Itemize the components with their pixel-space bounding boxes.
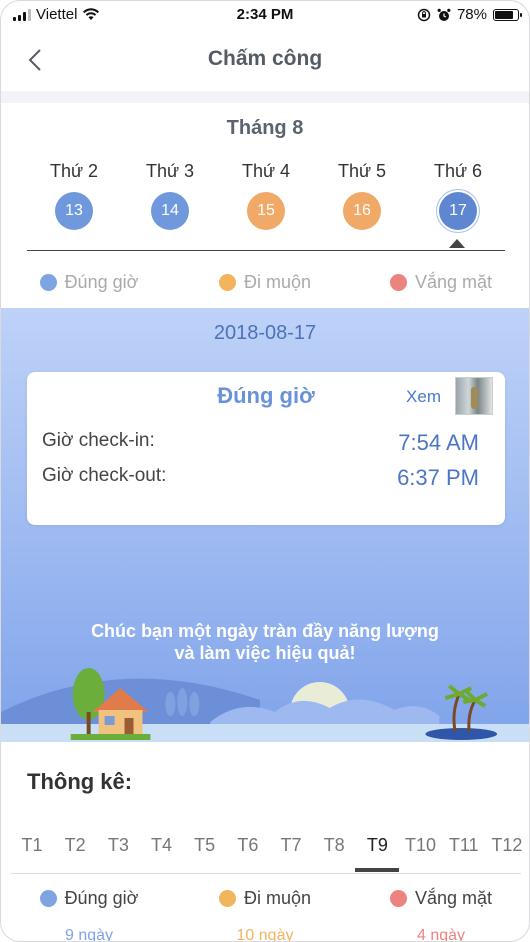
legend-late: Đi muộn [243,272,312,292]
battery-icon [493,8,522,21]
on-time-dot [39,274,57,291]
day-thursday[interactable]: Thứ 5 16 [314,161,410,230]
checkin-photo-thumbnail[interactable] [455,377,493,415]
attendance-card: Đúng giờ Xem Giờ check-in: 7:54 AM Giờ c… [27,372,505,525]
orientation-lock-icon [417,8,431,21]
day-name: Thứ 5 [337,161,387,181]
day-number-selected[interactable]: 17 [439,192,477,230]
day-name: Thứ 6 [433,161,483,181]
absent-dot [389,890,407,907]
checkin-label: Giờ check-in: [42,430,155,451]
tab-month-2[interactable]: T2 [55,835,95,856]
tab-month-1[interactable]: T1 [12,835,52,856]
week-strip: Thứ 2 13 Thứ 3 14 Thứ 4 15 Thứ 5 16 Thứ … [26,161,506,230]
month-label: Tháng 8 [226,117,304,139]
status-bar: Viettel 2:34 PM 78% [1,1,529,29]
stats-divider [11,873,521,874]
day-name: Thứ 2 [49,161,99,181]
day-friday[interactable]: Thứ 6 17 [410,161,506,230]
checkout-row: Giờ check-out: 6:37 PM [42,465,479,491]
day-detail-panel: 2018-08-17 Đúng giờ Xem Giờ check-in: 7:… [1,308,529,742]
absent-dot [389,274,407,291]
tab-month-8[interactable]: T8 [314,835,354,856]
page-title: Chấm công [207,47,323,70]
checkin-row: Giờ check-in: 7:54 AM [42,430,479,456]
tab-month-3[interactable]: T3 [98,835,138,856]
day-number[interactable]: 13 [55,192,93,230]
stats-title: Thông kê: [27,769,133,794]
on-time-count: 9 ngày [64,927,114,942]
on-time-dot [39,890,57,907]
battery-percent: 78% [456,6,487,23]
day-number[interactable]: 14 [151,192,189,230]
slogan-line-1: Chúc bạn một ngày tràn đầy năng lượng [91,621,439,641]
day-wednesday[interactable]: Thứ 4 15 [218,161,314,230]
view-photo-link[interactable]: Xem [406,387,441,407]
selected-date: 2018-08-17 [213,322,317,344]
checkout-time: 6:37 PM [397,465,479,490]
day-name: Thứ 3 [145,161,195,181]
app-frame: Viettel 2:34 PM 78% Chấm công Tháng 8 Th… [0,0,530,942]
tab-month-4[interactable]: T4 [142,835,182,856]
legend: Đúng giờ Đi muộn Vắng mặt [1,272,529,293]
late-dot [218,890,236,907]
stats-legend: Đúng giờ Đi muộn Vắng mặt [1,888,529,909]
tab-month-9[interactable]: T9 [355,835,400,872]
nav-divider [1,91,529,103]
alarm-icon [437,8,451,21]
late-dot [218,274,236,291]
stats-counts: 9 ngày 10 ngày 4 ngày [1,927,529,942]
day-monday[interactable]: Thứ 2 13 [26,161,122,230]
tab-month-10[interactable]: T10 [401,835,441,856]
late-count: 10 ngày [236,927,294,942]
tab-month-12[interactable]: T12 [487,835,527,856]
day-number[interactable]: 16 [343,192,381,230]
stats-legend-absent: Vắng mặt [414,888,493,908]
checkin-time: 7:54 AM [398,430,479,455]
absent-count: 4 ngày [416,927,466,942]
week-divider [27,250,505,251]
month-tabs: T1 T2 T3 T4 T5 T6 T7 T8 T9 T10 T11 T12 [1,835,529,872]
stats-legend-late: Đi muộn [243,888,312,908]
day-number[interactable]: 15 [247,192,285,230]
checkout-label: Giờ check-out: [42,465,167,486]
tab-month-7[interactable]: T7 [271,835,311,856]
day-tuesday[interactable]: Thứ 3 14 [122,161,218,230]
legend-absent: Vắng mặt [414,272,493,292]
nav-bar: Chấm công [1,29,529,91]
selected-day-pointer [449,239,465,248]
tab-month-11[interactable]: T11 [444,835,484,856]
tab-month-5[interactable]: T5 [185,835,225,856]
day-name: Thứ 4 [241,161,291,181]
legend-on-time: Đúng giờ [64,272,139,292]
tab-month-6[interactable]: T6 [228,835,268,856]
stats-legend-on-time: Đúng giờ [64,888,139,908]
landscape-illustration [1,668,529,742]
